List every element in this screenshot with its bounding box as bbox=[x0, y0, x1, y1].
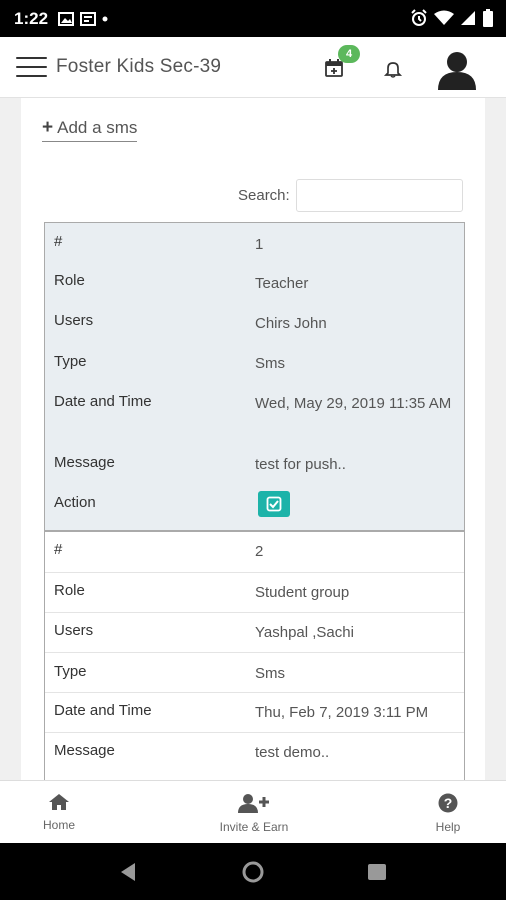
field-label: Action bbox=[54, 494, 96, 511]
nav-invite-label: Invite & Earn bbox=[219, 820, 289, 834]
field-value: Yashpal ,Sachi bbox=[255, 624, 354, 641]
plus-icon: + bbox=[42, 117, 54, 138]
bottom-nav: Home Invite & Earn ? Help bbox=[0, 780, 506, 844]
search-label: Search: bbox=[238, 187, 290, 204]
field-label: Message bbox=[54, 742, 115, 759]
record-field: Date and Time Thu, Feb 7, 2019 3:11 PM bbox=[45, 692, 464, 733]
table-row: # 1 Role Teacher Users Chirs John Type S… bbox=[44, 222, 465, 531]
add-sms-label: Add a sms bbox=[57, 118, 138, 137]
field-label: Role bbox=[54, 272, 85, 289]
field-value: Student group bbox=[255, 584, 350, 601]
image-notification-icon bbox=[58, 11, 75, 26]
record-field: # 2 bbox=[45, 532, 464, 572]
field-value: Teacher bbox=[255, 275, 309, 292]
field-label: Users bbox=[54, 622, 94, 639]
action-button[interactable] bbox=[258, 491, 290, 517]
record-field: Role Student group bbox=[45, 572, 464, 613]
avatar[interactable] bbox=[436, 48, 478, 90]
home-icon bbox=[49, 794, 69, 810]
bell-icon[interactable] bbox=[383, 59, 403, 79]
nav-help[interactable]: ? Help bbox=[431, 793, 465, 834]
dot-icon bbox=[102, 16, 108, 21]
field-label: # bbox=[54, 541, 63, 558]
app-header: Foster Kids Sec-39 4 bbox=[0, 37, 506, 98]
record-field: Users Yashpal ,Sachi bbox=[45, 612, 464, 653]
svg-text:?: ? bbox=[444, 795, 453, 811]
alarm-icon bbox=[411, 9, 427, 26]
system-nav-bar bbox=[0, 843, 506, 900]
field-label: Date and Time bbox=[54, 702, 152, 719]
field-label: Message bbox=[54, 454, 115, 471]
status-time: 1:22 bbox=[14, 8, 49, 28]
field-value: test for push.. bbox=[255, 456, 346, 473]
app-title: Foster Kids Sec-39 bbox=[56, 56, 222, 77]
table-row: # 2 Role Student group Users Yashpal ,Sa… bbox=[44, 531, 465, 780]
status-bar: 1:22 bbox=[0, 0, 506, 37]
home-button-icon[interactable] bbox=[242, 861, 264, 883]
field-label: Type bbox=[54, 663, 87, 680]
field-label: Type bbox=[54, 353, 87, 370]
field-label: Date and Time bbox=[54, 393, 152, 410]
record-field: Type Sms bbox=[45, 652, 464, 693]
back-icon[interactable] bbox=[118, 862, 138, 882]
battery-icon bbox=[483, 9, 493, 27]
field-label: Users bbox=[54, 312, 94, 329]
record-field: Message test demo.. bbox=[45, 732, 464, 773]
field-value: test demo.. bbox=[255, 744, 330, 761]
nav-invite-earn[interactable]: Invite & Earn bbox=[207, 793, 301, 834]
field-value: 2 bbox=[255, 543, 264, 560]
help-icon: ? bbox=[438, 793, 458, 813]
notification-count-badge: 4 bbox=[338, 45, 360, 63]
field-label: Role bbox=[54, 582, 85, 599]
field-value: Sms bbox=[255, 355, 285, 372]
nav-help-label: Help bbox=[435, 820, 461, 834]
add-sms-link[interactable]: + Add a sms bbox=[42, 117, 138, 142]
main-content: + Add a sms Search: # 1 Role Teacher Use… bbox=[0, 98, 506, 780]
field-value: Wed, May 29, 2019 11:35 AM bbox=[255, 395, 452, 412]
nav-home[interactable]: Home bbox=[39, 793, 79, 832]
menu-icon[interactable] bbox=[16, 57, 47, 77]
nav-home-label: Home bbox=[42, 818, 75, 832]
add-user-icon bbox=[238, 794, 269, 813]
field-value: Chirs John bbox=[255, 315, 327, 332]
field-label: # bbox=[54, 233, 63, 250]
wifi-icon bbox=[434, 10, 454, 25]
search-input[interactable] bbox=[296, 179, 463, 212]
field-value: 1 bbox=[255, 236, 264, 253]
recents-icon[interactable] bbox=[367, 863, 387, 881]
field-value: Thu, Feb 7, 2019 3:11 PM bbox=[255, 704, 429, 721]
news-notification-icon bbox=[80, 11, 97, 26]
signal-icon bbox=[461, 11, 475, 25]
field-value: Sms bbox=[255, 665, 285, 682]
check-square-icon bbox=[266, 496, 282, 512]
